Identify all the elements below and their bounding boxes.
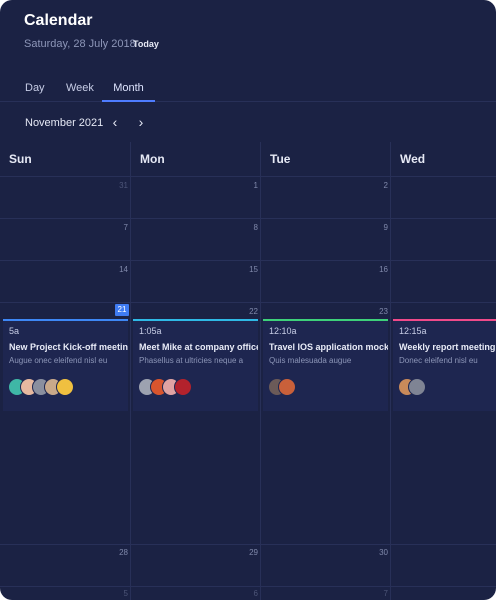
month-label: November 2021 [25,117,104,129]
grid-divider [0,544,496,545]
tab-week[interactable]: Week [66,82,94,94]
event-description: Quis malesuada augue [269,356,352,365]
tab-month[interactable]: Month [102,82,155,94]
event-title: Travel IOS application mockup [269,342,388,352]
event-time: 1:05a [139,326,162,336]
weekday-header-wed: Wed [391,142,496,177]
event-card[interactable]: 12:15a Weekly report meeting Donec eleif… [393,319,496,411]
view-tabs: Day Week Month [0,74,496,102]
day-number[interactable]: 2 [368,181,388,190]
day-number[interactable]: 31 [108,181,128,190]
chevron-left-icon[interactable]: ‹ [108,114,122,130]
chevron-right-icon[interactable]: › [134,114,148,130]
event-card[interactable]: 5a New Project Kick-off meeting Augue on… [3,319,128,411]
event-time: 5a [9,326,20,336]
event-description: Augue onec eleifend nisl eu [9,356,108,365]
calendar-panel: Calendar Saturday, 28 July 2018 Today Da… [0,0,496,600]
grid-divider [390,142,391,600]
day-number[interactable]: 28 [108,548,128,557]
day-number[interactable]: 15 [238,265,258,274]
avatar[interactable] [56,378,74,396]
event-card[interactable]: 12:10a Travel IOS application mockup Qui… [263,319,388,411]
grid-divider [130,142,131,600]
day-number[interactable]: 8 [238,223,258,232]
day-number[interactable]: 6 [238,589,258,598]
month-grid: Sun Mon Tue Wed 31 1 2 7 8 9 14 15 16 21… [0,142,496,600]
grid-divider [0,218,496,219]
event-description: Donec eleifend nisl eu [399,356,478,365]
grid-divider [0,260,496,261]
day-number[interactable]: 7 [368,589,388,598]
event-title: Weekly report meeting [399,342,496,352]
event-title: Meet Mike at company office [139,342,258,352]
tab-day[interactable]: Day [25,82,45,94]
grid-divider [0,586,496,587]
today-button[interactable]: Today [133,39,159,49]
event-time: 12:15a [399,326,427,336]
page-title: Calendar [24,12,93,29]
day-number[interactable]: 1 [238,181,258,190]
day-number[interactable]: 30 [368,548,388,557]
grid-divider [260,142,261,600]
event-time: 12:10a [269,326,297,336]
weekday-header-sun: Sun [0,142,131,177]
event-title: New Project Kick-off meeting [9,342,128,352]
weekday-header-mon: Mon [131,142,261,177]
day-number[interactable]: 5 [108,589,128,598]
today-badge[interactable]: 21 [115,304,129,316]
day-number[interactable]: 22 [238,307,258,316]
day-number[interactable]: 14 [108,265,128,274]
day-number[interactable]: 23 [368,307,388,316]
event-description: Phasellus at ultricies neque a [139,356,244,365]
day-number[interactable]: 9 [368,223,388,232]
weekday-header-tue: Tue [261,142,391,177]
avatar[interactable] [278,378,296,396]
event-card[interactable]: 1:05a Meet Mike at company office Phasel… [133,319,258,411]
avatar[interactable] [174,378,192,396]
grid-divider [0,302,496,303]
day-number[interactable]: 16 [368,265,388,274]
avatar[interactable] [408,378,426,396]
day-number[interactable]: 29 [238,548,258,557]
day-number[interactable]: 7 [108,223,128,232]
current-date: Saturday, 28 July 2018 [24,38,136,50]
active-tab-indicator [102,100,155,102]
